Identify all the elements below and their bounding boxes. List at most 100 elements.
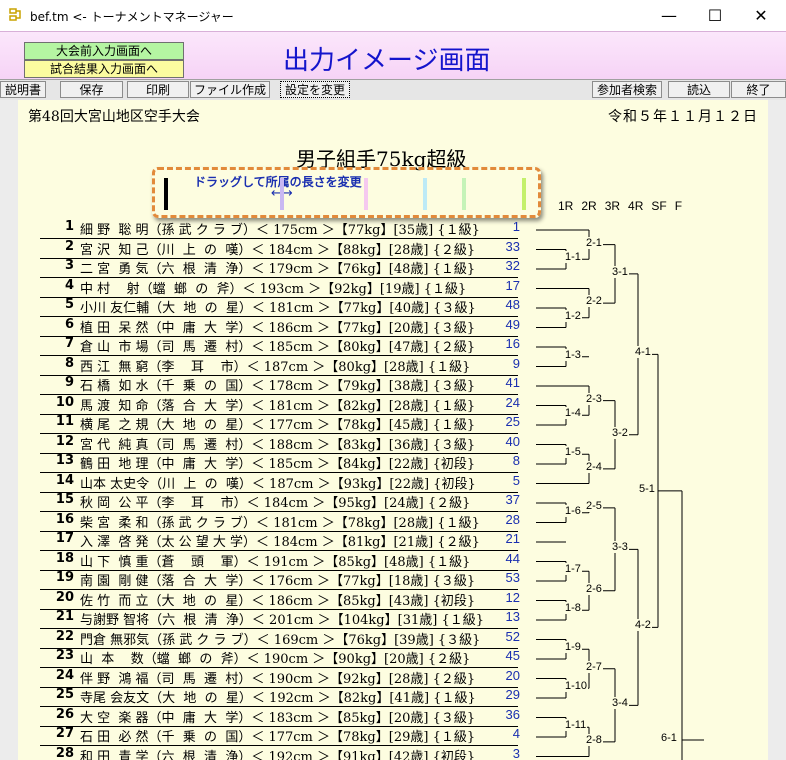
- tournament-name: 第48回大宮山地区空手大会: [28, 109, 200, 125]
- column-marker-black[interactable]: [164, 178, 168, 210]
- entry-info: 細 野 聡 明（孫 武 ク ラ ブ）＜ 175cm ＞【77kg】[35歳] {…: [80, 223, 480, 238]
- entry-row: 21 与謝野 智将（六 根 清 浄）＜ 201cm ＞【104kg】[31歳] {…: [40, 609, 520, 629]
- entry-info: 佐 竹 而 立（大 地 の 星）＜ 186cm ＞【85kg】[43歳] {初段…: [80, 593, 476, 609]
- entry-row: 26 大 空 楽 器（中 庸 大 学）＜ 183cm ＞【85kg】[20歳] {…: [40, 706, 520, 727]
- entry-row: 15 秋 岡 公 平（李 耳 市）＜ 184cm ＞【95kg】[24歳] {２級…: [40, 492, 520, 512]
- column-marker-purple[interactable]: [280, 178, 284, 210]
- entry-row: 5 小川 友仁輔（大 地 の 星）＜ 181cm ＞【77kg】[40歳] {３級…: [40, 297, 520, 317]
- save-button[interactable]: 保存: [60, 81, 123, 98]
- search-participant-button[interactable]: 参加者検索: [592, 81, 662, 98]
- entry-seed: 3: [512, 745, 520, 760]
- entry-row: 20 佐 竹 而 立（大 地 の 星）＜ 186cm ＞【85kg】[43歳] {…: [40, 589, 520, 610]
- entry-number: 16: [55, 511, 74, 527]
- entry-row: 19 南 園 剛 健（落 合 大 学）＜ 176cm ＞【77kg】[18歳] {…: [40, 570, 520, 590]
- entry-row: 25 寺尾 会友文（大 地 の 星）＜ 192cm ＞【82kg】[41歳] {１…: [40, 687, 520, 707]
- match-label: 3-1: [611, 265, 629, 278]
- entry-row: 13 鶴 田 地 理（中 庸 大 学）＜ 185cm ＞【84kg】[22歳] {…: [40, 453, 520, 473]
- entry-number: 9: [64, 375, 74, 390]
- load-button[interactable]: 読込: [668, 81, 730, 98]
- entry-number: 14: [55, 472, 74, 488]
- entry-info: 宮 代 純 真（司 馬 遷 村）＜ 188cm ＞【83kg】[36歳] {３級…: [80, 437, 476, 453]
- entry-row: 4 中 村 射（蟷 螂 の 斧）＜ 193cm ＞【92kg】[19歳] {１級}…: [40, 277, 520, 298]
- entry-seed: 53: [505, 570, 520, 585]
- match-label: 1-5: [564, 446, 582, 459]
- entry-row: 12 宮 代 純 真（司 馬 遷 村）＜ 188cm ＞【83kg】[36歳] {…: [40, 434, 520, 454]
- match-label: 4-2: [634, 619, 652, 632]
- entry-info: 大 空 楽 器（中 庸 大 学）＜ 183cm ＞【85kg】[20歳] {３級…: [80, 710, 476, 726]
- match-label: 1-1: [564, 251, 582, 264]
- entry-info: 横 尾 之 規（大 地 の 星）＜ 177cm ＞【78kg】[45歳] {１級…: [80, 418, 476, 433]
- entry-seed: 36: [505, 706, 520, 722]
- round-3r: 3R: [604, 199, 621, 213]
- print-button[interactable]: 印刷: [127, 81, 189, 98]
- entry-row: 18 山 下 慎 重（蒼 頭 軍）＜ 191cm ＞【85kg】[48歳] {１級…: [40, 550, 520, 571]
- entry-info: 倉 山 市 場（司 馬 遷 村）＜ 185cm ＞【80kg】[47歳] {２級…: [80, 340, 476, 355]
- entry-seed: 37: [505, 492, 520, 507]
- tournament-date: 令和５年１１月１２日: [608, 109, 758, 125]
- match-label: 2-6: [585, 582, 603, 595]
- entry-info: 南 園 剛 健（落 合 大 学）＜ 176cm ＞【77kg】[18歳] {３級…: [80, 574, 476, 589]
- entry-number: 11: [55, 414, 74, 429]
- match-label: 1-6: [564, 504, 582, 517]
- close-icon[interactable]: ✕: [738, 0, 784, 31]
- entry-number: 3: [64, 258, 74, 273]
- column-marker-pink[interactable]: [364, 178, 368, 210]
- match-label: 1-10: [564, 680, 589, 693]
- entry-info: 山 下 慎 重（蒼 頭 軍）＜ 191cm ＞【85kg】[48歳] {１級}: [80, 554, 471, 570]
- match-label: 5-1: [638, 482, 656, 495]
- vertical-scrollbar[interactable]: [768, 100, 786, 760]
- match-label: 3-3: [611, 541, 629, 554]
- entry-info: 石 田 必 然（千 乗 の 国）＜ 177cm ＞【78kg】[29歳] {１級…: [80, 730, 476, 745]
- before-entry-button[interactable]: 大会前入力画面へ: [24, 42, 184, 60]
- window-titlebar: bef.tm <- トーナメントマネージャー — ☐ ✕: [0, 0, 786, 31]
- header-panel: 大会前入力画面へ 試合結果入力画面へ 出力イメージ画面: [0, 31, 786, 80]
- entry-seed: 12: [505, 589, 520, 605]
- entry-info: 小川 友仁輔（大 地 の 星）＜ 181cm ＞【77kg】[40歳] {３級}: [80, 301, 476, 316]
- maximize-icon[interactable]: ☐: [692, 0, 738, 31]
- column-marker-cyan[interactable]: [423, 178, 427, 210]
- entry-info: 馬 渡 知 命（落 合 大 学）＜ 181cm ＞【82kg】[28歳] {１級…: [80, 398, 476, 414]
- match-label: 2-8: [585, 733, 603, 746]
- match-label: 1-3: [564, 348, 582, 361]
- entry-info: 門倉 無邪気（孫 武 ク ラ ブ）＜ 169cm ＞【76kg】[39歳] {３…: [80, 632, 481, 648]
- entry-seed: 20: [505, 667, 520, 683]
- entry-info: 宮 沢 知 己（川 上 の 嘆）＜ 184cm ＞【88kg】[28歳] {２級…: [80, 242, 476, 258]
- match-label: 6-1: [660, 732, 678, 744]
- entry-info: 西 江 無 窮（李 耳 市）＜ 187cm ＞【80kg】[28歳] {１級}: [80, 359, 471, 375]
- entry-number: 8: [64, 355, 74, 371]
- entry-row: 17 入 澤 啓 発（太 公 望 大 学）＜ 184cm ＞【81kg】[21歳]…: [40, 531, 520, 551]
- result-entry-button[interactable]: 試合結果入力画面へ: [24, 60, 184, 78]
- entry-seed: 48: [505, 297, 520, 312]
- entry-row: 9 石 橋 如 水（千 乗 の 国）＜ 178cm ＞【79kg】[38歳] {３…: [40, 375, 520, 395]
- help-button[interactable]: 説明書: [0, 81, 46, 98]
- entry-number: 4: [64, 277, 74, 293]
- entry-seed: 13: [505, 609, 520, 624]
- match-label: 2-7: [585, 660, 603, 673]
- match-label: 4-1: [634, 346, 652, 359]
- entry-number: 2: [64, 238, 74, 254]
- column-marker-lime[interactable]: [522, 178, 526, 210]
- minimize-icon[interactable]: —: [646, 0, 692, 31]
- column-marker-green[interactable]: [462, 178, 466, 210]
- entry-number: 19: [55, 570, 74, 585]
- output-sheet: 第48回大宮山地区空手大会 令和５年１１月１２日 男子組手75kg超級 ドラッグ…: [18, 100, 768, 760]
- entry-number: 6: [64, 316, 74, 332]
- exit-button[interactable]: 終了: [731, 81, 786, 98]
- entry-number: 25: [55, 687, 74, 702]
- entry-seed: 4: [512, 726, 520, 741]
- settings-button[interactable]: 設定を変更: [280, 81, 350, 98]
- entry-row: 27 石 田 必 然（千 乗 の 国）＜ 177cm ＞【78kg】[29歳] {…: [40, 726, 520, 746]
- entry-info: 秋 岡 公 平（李 耳 市）＜ 184cm ＞【95kg】[24歳] {２級}: [80, 496, 471, 511]
- entry-row: 11 横 尾 之 規（大 地 の 星）＜ 177cm ＞【78kg】[45歳] {…: [40, 414, 520, 434]
- file-create-button[interactable]: ファイル作成: [190, 81, 270, 98]
- match-label: 2-4: [585, 460, 603, 473]
- match-label: 1-9: [564, 641, 582, 654]
- entry-number: 7: [64, 336, 74, 351]
- entry-seed: 9: [512, 355, 520, 371]
- entry-info: 与謝野 智将（六 根 清 浄）＜ 201cm ＞【104kg】[31歳] {１級…: [80, 613, 484, 628]
- round-1r: 1R: [558, 199, 574, 213]
- entry-row: 8 西 江 無 窮（李 耳 市）＜ 187cm ＞【80kg】[28歳] {１級}…: [40, 355, 520, 376]
- entry-seed: 44: [505, 550, 520, 566]
- entry-info: 石 橋 如 水（千 乗 の 国）＜ 178cm ＞【79kg】[38歳] {３級…: [80, 379, 476, 394]
- entry-number: 28: [55, 745, 74, 760]
